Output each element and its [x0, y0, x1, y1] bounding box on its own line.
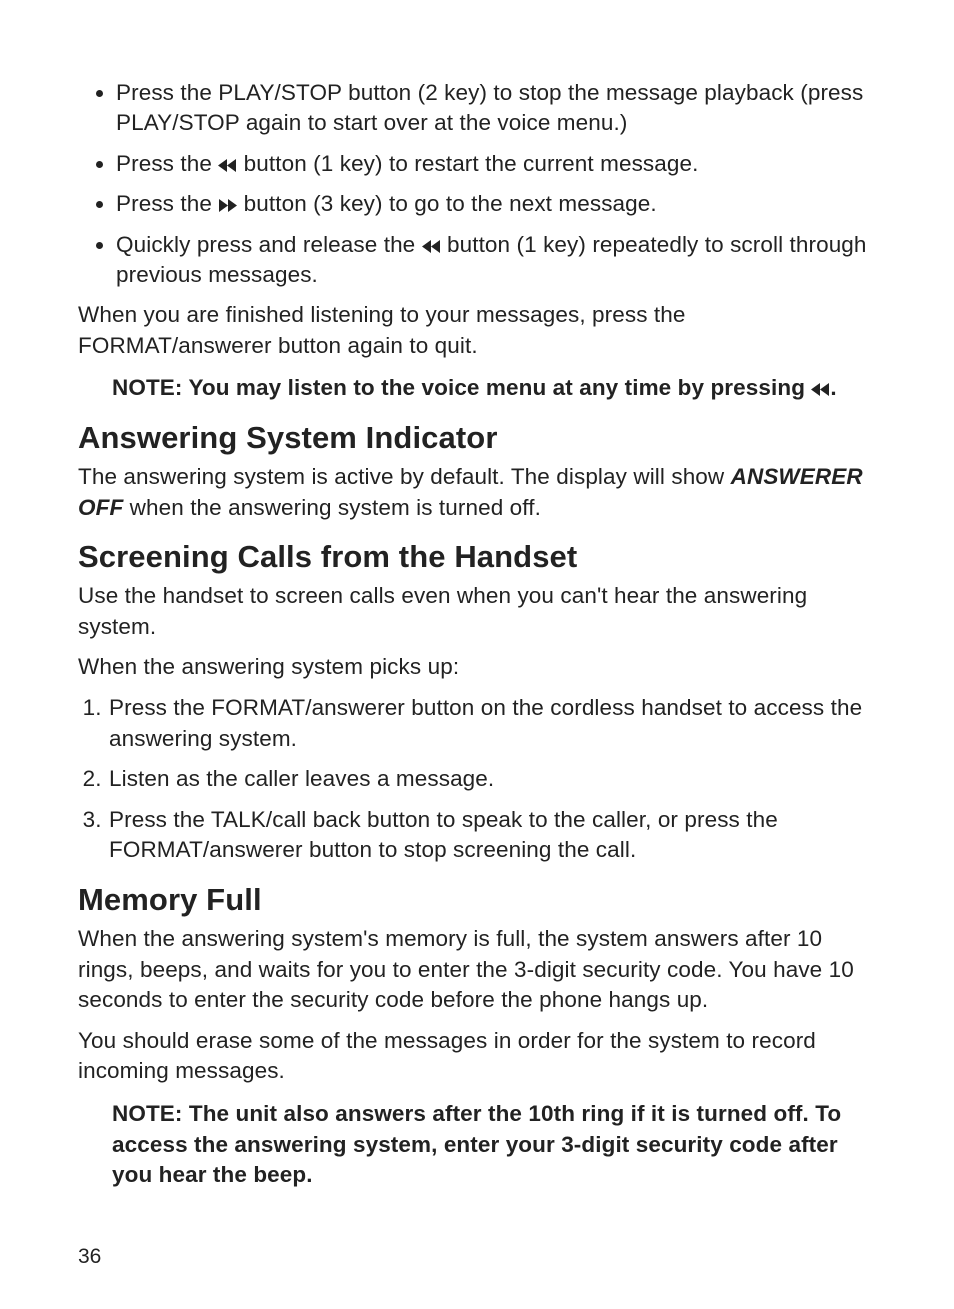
page-content: Press the PLAY/STOP button (2 key) to st… [0, 0, 954, 1309]
text-part: . [830, 375, 836, 400]
paragraph: Use the handset to screen calls even whe… [78, 581, 876, 642]
list-item: Press the TALK/call back button to speak… [108, 805, 876, 866]
section-heading: Memory Full [78, 882, 876, 918]
list-item: Quickly press and release the button (1 … [116, 230, 876, 291]
note-text: NOTE: The unit also answers after the 10… [78, 1099, 876, 1191]
rewind-icon [218, 151, 237, 166]
paragraph: When the answering system picks up: [78, 652, 876, 683]
section-heading: Screening Calls from the Handset [78, 539, 876, 575]
list-item: Listen as the caller leaves a message. [108, 764, 876, 795]
list-item: Press the FORMAT/answerer button on the … [108, 693, 876, 754]
text-part: Press the [116, 191, 218, 216]
list-item: Press the button (1 key) to restart the … [116, 149, 876, 179]
paragraph: When you are finished listening to your … [78, 300, 876, 361]
text-part: Press the [116, 151, 218, 176]
text-part: The answering system is active by defaul… [78, 464, 731, 489]
paragraph: You should erase some of the messages in… [78, 1026, 876, 1087]
rewind-icon [811, 375, 830, 390]
text-part: NOTE: You may listen to the voice menu a… [112, 375, 811, 400]
fast-forward-icon [218, 191, 237, 206]
paragraph: When the answering system's memory is fu… [78, 924, 876, 1016]
text-part: button (3 key) to go to the next message… [237, 191, 656, 216]
text-part: button (1 key) to restart the current me… [237, 151, 698, 176]
list-item: Press the PLAY/STOP button (2 key) to st… [116, 78, 876, 139]
page-number: 36 [78, 1245, 876, 1269]
section-heading: Answering System Indicator [78, 420, 876, 456]
bullet-list: Press the PLAY/STOP button (2 key) to st… [78, 78, 876, 290]
text-part: Quickly press and release the [116, 232, 422, 257]
list-item: Press the button (3 key) to go to the ne… [116, 189, 876, 219]
note-text: NOTE: You may listen to the voice menu a… [78, 373, 876, 404]
rewind-icon [422, 232, 441, 247]
paragraph: The answering system is active by defaul… [78, 462, 876, 523]
text-part: when the answering system is turned off. [123, 495, 541, 520]
ordered-list: Press the FORMAT/answerer button on the … [78, 693, 876, 866]
